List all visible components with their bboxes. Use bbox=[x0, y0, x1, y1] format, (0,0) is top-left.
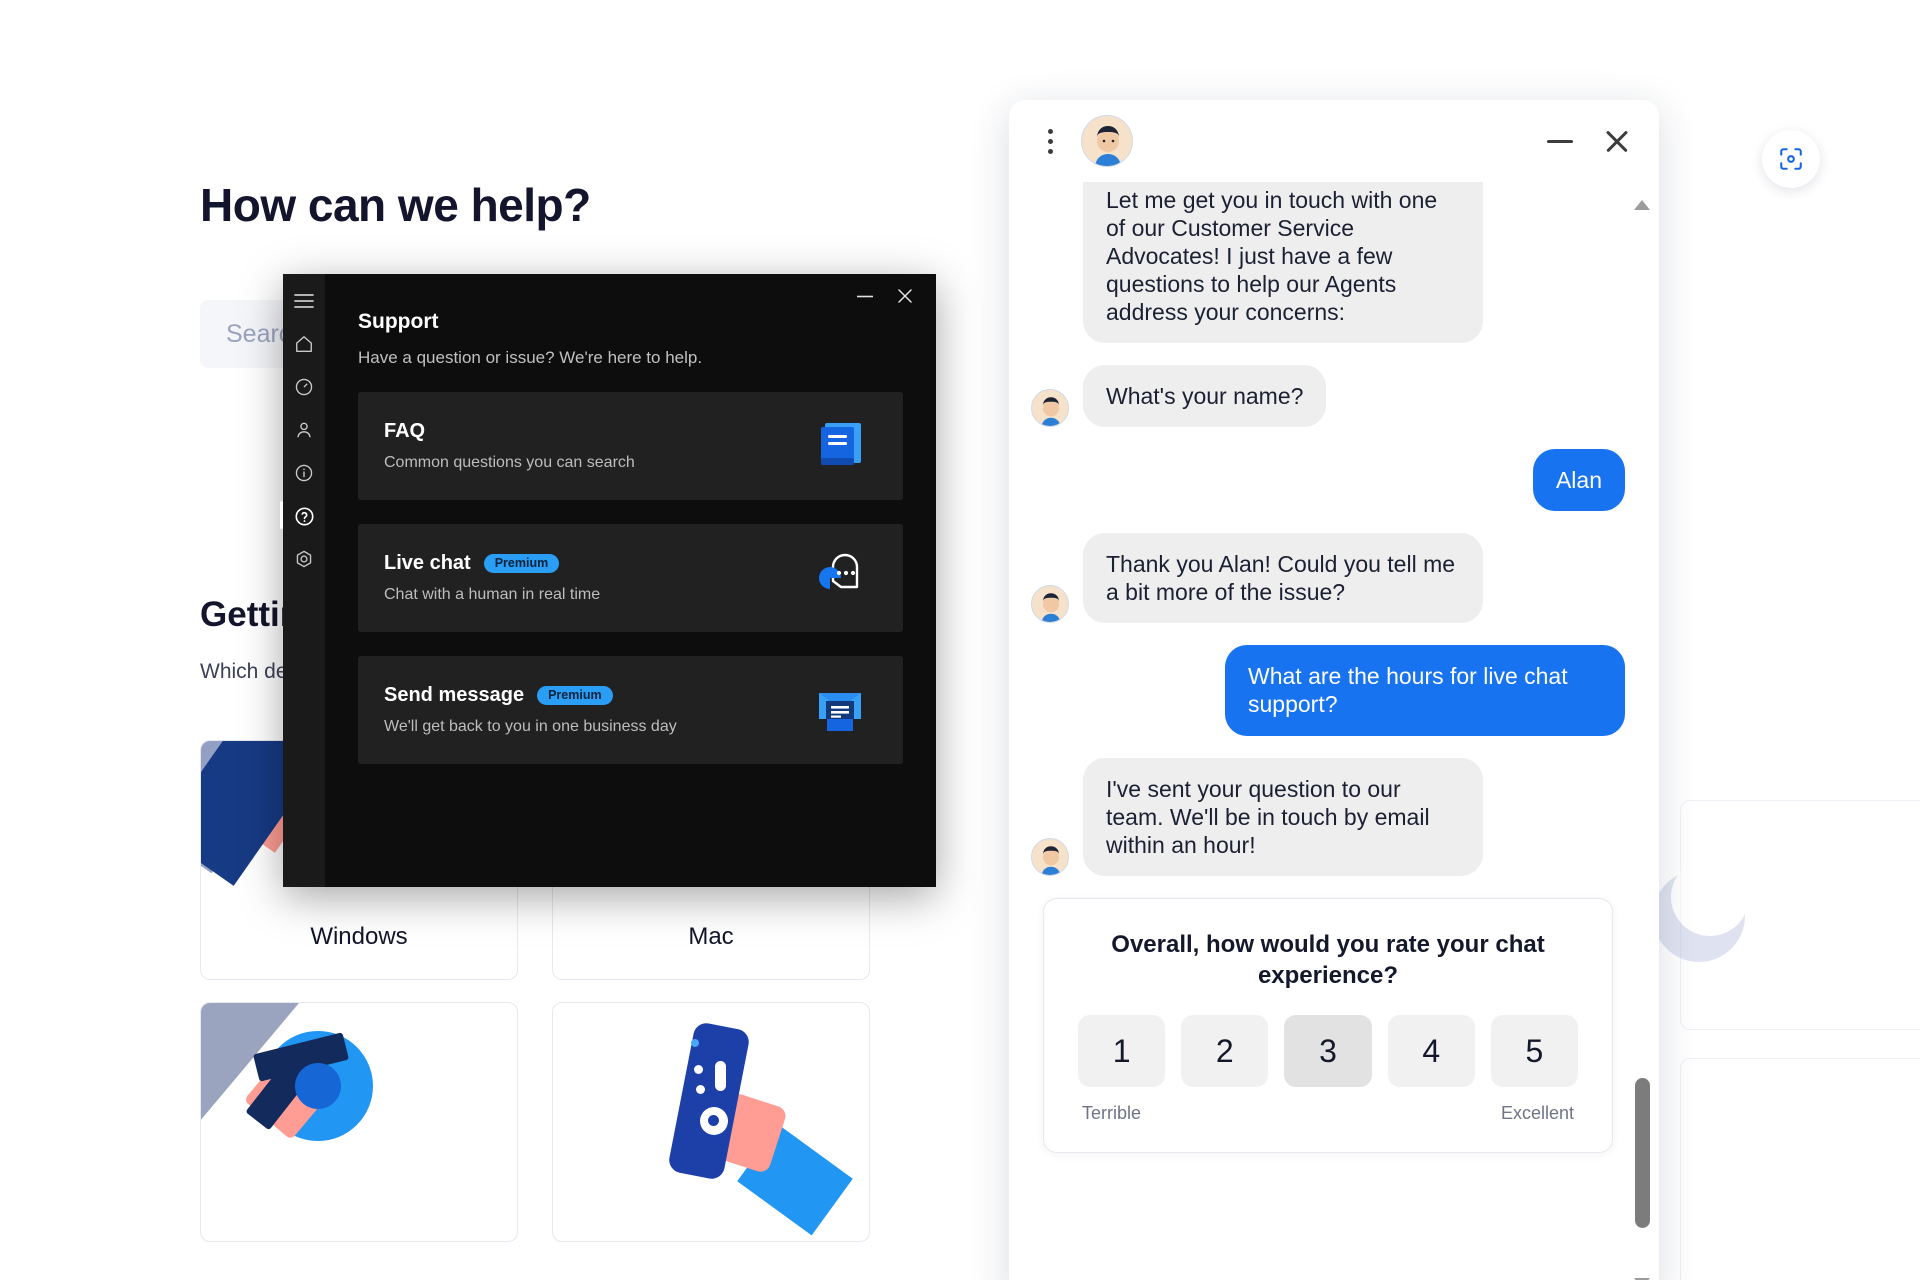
gauge-icon[interactable] bbox=[293, 376, 315, 398]
rating-low-label: Terrible bbox=[1082, 1103, 1142, 1124]
close-icon[interactable] bbox=[892, 283, 918, 309]
help-icon[interactable] bbox=[280, 501, 315, 529]
rating-option-1[interactable]: 1 bbox=[1078, 1015, 1166, 1088]
chat-widget: Let me get you in touch with one of our … bbox=[1009, 100, 1659, 1280]
faint-card bbox=[1680, 1058, 1920, 1280]
support-option-desc: Common questions you can search bbox=[384, 454, 635, 471]
chat-bubble-agent: What's your name? bbox=[1083, 365, 1327, 428]
support-window: Support Have a question or issue? We're … bbox=[280, 274, 936, 887]
chat-header bbox=[1009, 100, 1659, 182]
info-icon[interactable] bbox=[293, 462, 315, 484]
agent-avatar bbox=[1081, 115, 1133, 167]
rating-scale-labels: Terrible Excellent bbox=[1078, 1103, 1578, 1124]
support-option-title: Send message bbox=[384, 684, 525, 706]
chat-message: Alan bbox=[1031, 449, 1625, 512]
page-title: How can we help? bbox=[200, 179, 591, 231]
hamburger-icon[interactable] bbox=[293, 290, 315, 312]
scrollbar-thumb[interactable] bbox=[1635, 1078, 1650, 1228]
os-card-label: Windows bbox=[310, 923, 408, 950]
support-window-titlebar bbox=[816, 274, 936, 318]
chat-message: What's your name? bbox=[1031, 365, 1625, 428]
premium-badge: Premium bbox=[483, 553, 560, 574]
person-icon[interactable] bbox=[293, 419, 315, 441]
rating-option-2[interactable]: 2 bbox=[1181, 1015, 1269, 1088]
remote-illustration bbox=[553, 1003, 869, 1241]
chat-bubble-agent: I've sent your question to our team. We'… bbox=[1083, 757, 1483, 876]
agent-avatar bbox=[1031, 585, 1069, 624]
premium-badge: Premium bbox=[537, 685, 613, 706]
support-content: Support Have a question or issue? We're … bbox=[325, 274, 936, 887]
chrome-illustration bbox=[201, 1003, 517, 1241]
scroll-up-arrow[interactable] bbox=[1634, 200, 1650, 210]
agent-avatar bbox=[1031, 837, 1069, 876]
chat-scrollbar[interactable] bbox=[1631, 200, 1653, 1280]
rating-high-label: Excellent bbox=[1500, 1103, 1574, 1124]
rating-option-5[interactable]: 5 bbox=[1490, 1015, 1579, 1088]
scan-icon bbox=[1780, 148, 1802, 170]
chat-bubble-agent: Thank you Alan! Could you tell me a bit … bbox=[1083, 533, 1483, 624]
support-option-faq[interactable]: FAQ Common questions you can search bbox=[358, 392, 903, 500]
ghost-moon-shape bbox=[1653, 858, 1749, 962]
chat-header-actions bbox=[1547, 127, 1631, 155]
os-card-remote[interactable] bbox=[552, 1002, 870, 1242]
rating-card: Overall, how would you rate your chat ex… bbox=[1043, 897, 1613, 1154]
support-option-title: FAQ bbox=[384, 420, 426, 442]
rating-question: Overall, how would you rate your chat ex… bbox=[1111, 930, 1545, 989]
scan-icon-button[interactable] bbox=[1762, 130, 1820, 188]
support-option-title: Live chat bbox=[384, 552, 471, 574]
kebab-menu-icon[interactable] bbox=[1037, 128, 1063, 154]
rating-options: 1 2 3 4 5 bbox=[1078, 1015, 1579, 1088]
chat-bubble-icon bbox=[811, 549, 877, 607]
minimize-icon[interactable] bbox=[1547, 139, 1573, 143]
chat-message: Let me get you in touch with one of our … bbox=[1031, 182, 1625, 344]
support-subtitle: Have a question or issue? We're here to … bbox=[358, 348, 703, 367]
faint-card bbox=[1680, 800, 1920, 1030]
home-icon[interactable] bbox=[293, 333, 315, 355]
minimize-icon[interactable] bbox=[852, 283, 878, 309]
target-icon[interactable] bbox=[293, 548, 315, 570]
rating-option-3[interactable]: 3 bbox=[1284, 1015, 1372, 1088]
chat-message: I've sent your question to our team. We'… bbox=[1031, 757, 1625, 876]
chat-message-list[interactable]: Let me get you in touch with one of our … bbox=[1009, 182, 1659, 1280]
book-icon bbox=[811, 417, 877, 475]
chat-message: Thank you Alan! Could you tell me a bit … bbox=[1031, 533, 1625, 624]
support-option-live-chat[interactable]: Live chat Premium Chat with a human in r… bbox=[358, 524, 903, 632]
os-card-label: Mac bbox=[688, 923, 734, 950]
agent-avatar bbox=[1031, 389, 1069, 428]
chat-bubble-agent: Let me get you in touch with one of our … bbox=[1083, 182, 1483, 344]
close-icon[interactable] bbox=[1603, 127, 1631, 155]
chat-bubble-user: Alan bbox=[1532, 449, 1625, 512]
support-option-desc: Chat with a human in real time bbox=[384, 586, 601, 603]
support-sidebar-rail bbox=[280, 274, 325, 887]
envelope-icon bbox=[811, 681, 877, 739]
chat-message: What are the hours for live chat support… bbox=[1031, 645, 1625, 736]
support-option-desc: We'll get back to you in one business da… bbox=[384, 718, 677, 735]
chat-bubble-user: What are the hours for live chat support… bbox=[1225, 645, 1625, 736]
rating-option-4[interactable]: 4 bbox=[1387, 1015, 1475, 1088]
os-card-chrome[interactable] bbox=[200, 1002, 518, 1242]
support-option-send-message[interactable]: Send message Premium We'll get back to y… bbox=[358, 656, 903, 764]
